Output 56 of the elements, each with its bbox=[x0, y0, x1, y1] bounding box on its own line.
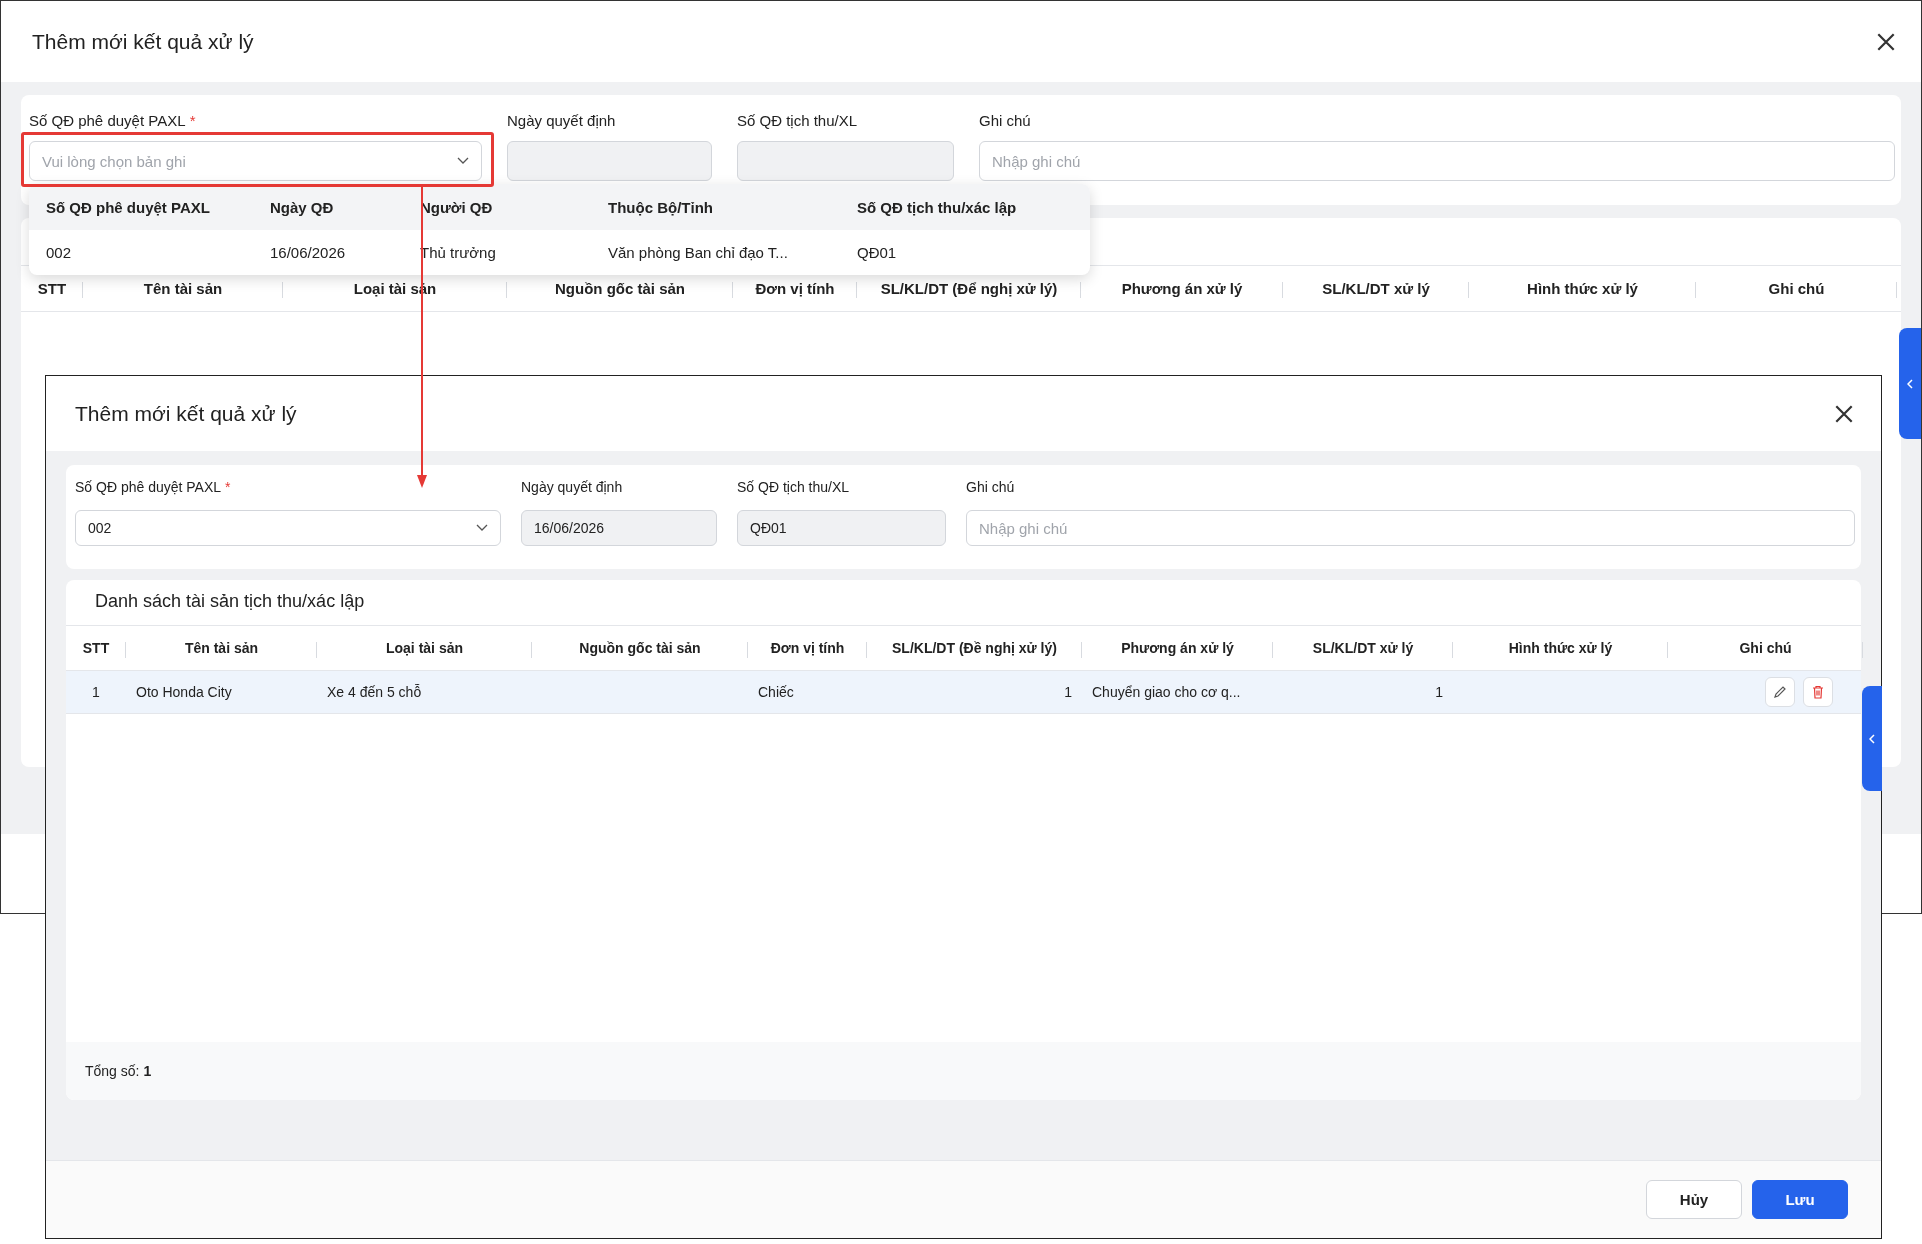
save-button[interactable]: Lưu bbox=[1752, 1180, 1848, 1219]
table-cell: Xe 4 đến 5 chỗ bbox=[327, 684, 422, 700]
column-header: Thuộc Bộ/Tỉnh bbox=[608, 198, 714, 216]
column-header: STT bbox=[66, 640, 126, 656]
column-header: Loại tài sản bbox=[317, 640, 532, 656]
side-tab[interactable] bbox=[1899, 328, 1921, 439]
table-cell: Chiếc bbox=[758, 684, 794, 700]
column-header: STT bbox=[21, 280, 83, 297]
column-header: Ngày QĐ bbox=[270, 198, 335, 216]
chevron-down-icon bbox=[457, 157, 469, 165]
field-label: Số QĐ tịch thu/XL bbox=[737, 112, 859, 129]
trash-icon bbox=[1810, 684, 1826, 700]
table-title: Danh sách tài sản tịch thu/xác lập bbox=[94, 590, 366, 613]
column-header: Số QĐ tịch thu/xác lập bbox=[857, 198, 1018, 216]
edit-button[interactable] bbox=[1765, 677, 1795, 707]
field-label: Số QĐ phê duyệt PAXL * bbox=[29, 112, 197, 129]
field-label: Ghi chú bbox=[966, 479, 1016, 495]
side-tab[interactable] bbox=[1862, 686, 1882, 791]
total-count: Tổng số: 1 bbox=[85, 1063, 152, 1079]
table-cell: Oto Honda City bbox=[136, 684, 232, 700]
column-header: Ghi chú bbox=[1668, 640, 1863, 656]
field-label: Số QĐ phê duyệt PAXL * bbox=[75, 479, 232, 495]
column-header: SL/KL/DT (Để nghị xử lý) bbox=[857, 280, 1081, 297]
column-header: Đơn vị tính bbox=[748, 640, 867, 656]
column-header: Hình thức xử lý bbox=[1469, 280, 1696, 297]
field-label: Ngày quyết định bbox=[507, 112, 617, 129]
column-header: Tên tài sản bbox=[126, 640, 317, 656]
column-header: Phương án xử lý bbox=[1082, 640, 1273, 656]
column-header: SL/KL/DT xử lý bbox=[1273, 640, 1453, 656]
select-field[interactable]: 002 bbox=[75, 510, 501, 546]
chevron-down-icon bbox=[476, 524, 488, 532]
column-header: Hình thức xử lý bbox=[1453, 640, 1668, 656]
field-label: Ghi chú bbox=[979, 112, 1032, 129]
column-header: Đơn vị tính bbox=[733, 280, 857, 297]
pencil-icon bbox=[1772, 684, 1788, 700]
table-cell: 1 bbox=[1064, 684, 1072, 700]
table-cell: 1 bbox=[92, 684, 100, 700]
column-header: SL/KL/DT (Đề nghị xử lý) bbox=[867, 640, 1082, 656]
cancel-button[interactable]: Hủy bbox=[1646, 1180, 1742, 1219]
chevron-left-icon bbox=[1869, 733, 1875, 744]
column-header: Số QĐ phê duyệt PAXL bbox=[46, 198, 211, 216]
table-cell: 1 bbox=[1435, 684, 1443, 700]
field-label: Ngày quyết định bbox=[521, 479, 624, 495]
delete-button[interactable] bbox=[1803, 677, 1833, 707]
table-cell: Chuyển giao cho cơ q... bbox=[1092, 684, 1241, 700]
column-header: Tên tài sản bbox=[83, 280, 283, 297]
column-header: Ghi chú bbox=[1696, 280, 1897, 297]
dialog-title: Thêm mới kết quả xử lý bbox=[32, 29, 254, 54]
column-header: SL/KL/DT xử lý bbox=[1283, 280, 1469, 297]
field-label: Số QĐ tịch thu/XL bbox=[737, 479, 851, 495]
column-header: Nguồn gốc tài sản bbox=[507, 280, 733, 297]
column-header: Nguồn gốc tài sản bbox=[532, 640, 748, 656]
chevron-left-icon bbox=[1907, 378, 1913, 389]
dialog-title: Thêm mới kết quả xử lý bbox=[75, 401, 297, 426]
table-row[interactable]: 1 Oto Honda City Xe 4 đến 5 chỗ Chiếc 1 Chuyển giao cho cơ q... 1 bbox=[66, 671, 1861, 714]
column-header: Phương án xử lý bbox=[1081, 280, 1283, 297]
